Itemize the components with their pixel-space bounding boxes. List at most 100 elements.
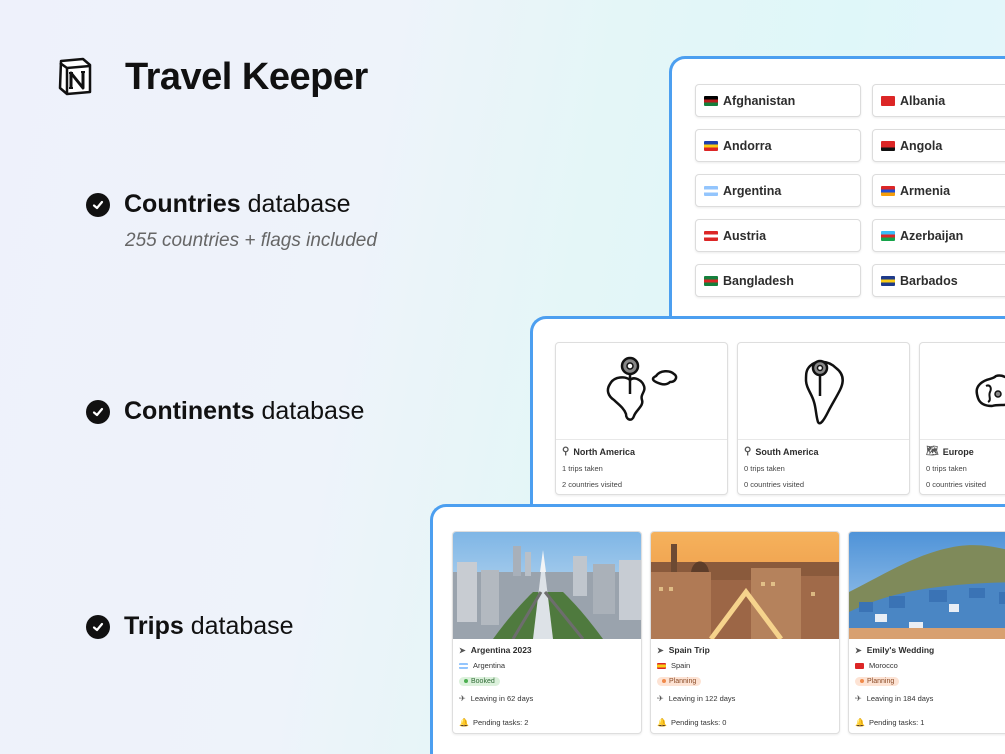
feature-label: database	[240, 190, 351, 218]
country-name: Bangladesh	[723, 273, 794, 288]
flag-icon	[704, 95, 718, 106]
trip-country: Morocco	[869, 661, 898, 670]
trip-country: Spain	[671, 661, 691, 670]
airplane-icon: ✈	[657, 694, 664, 703]
map-icon: 🗺	[926, 446, 939, 457]
country-card[interactable]: Austria	[695, 219, 861, 252]
country-name: Andorra	[723, 138, 772, 153]
flag-icon	[881, 95, 895, 106]
trip-country: Argentina	[473, 661, 506, 670]
status-label: Booked	[471, 677, 495, 685]
paper-plane-icon: ➤	[855, 645, 862, 655]
feature-title: Countries	[124, 190, 241, 218]
bell-icon: 🔔	[855, 718, 865, 727]
status-label: Planning	[669, 677, 697, 685]
continent-name: Europe	[942, 446, 974, 457]
country-name: Argentina	[723, 183, 782, 198]
feature-subtitle: 255 countries + flags included	[125, 230, 377, 251]
feature-continents: Continents database	[86, 397, 364, 426]
countries-count: 2 countries visited	[562, 480, 623, 489]
country-card[interactable]: Barbados	[872, 264, 1005, 297]
bell-icon: 🔔	[459, 718, 469, 727]
trips-panel: ➤ Argentina 2023 Argentina Booked ✈ Leavin…	[430, 504, 1005, 754]
feature-label: database	[254, 397, 365, 425]
leaving-text: Leaving in 184 days	[866, 694, 934, 703]
country-name: Barbados	[900, 273, 958, 288]
continent-card[interactable]: ⚲ South America 0 trips taken 0 countries…	[737, 342, 910, 495]
country-card[interactable]: Armenia	[872, 174, 1005, 207]
trips-count: 0 trips taken	[926, 464, 967, 473]
countries-count: 0 countries visited	[926, 480, 987, 489]
country-name: Albania	[900, 93, 946, 108]
trips-count: 0 trips taken	[744, 464, 785, 473]
continent-name: North America	[573, 446, 636, 457]
bell-icon: 🔔	[657, 718, 667, 727]
map-pin-icon: ⚲	[744, 446, 752, 457]
feature-title: Trips	[124, 612, 184, 640]
airplane-icon: ✈	[855, 694, 862, 703]
leaving-text: Leaving in 122 days	[668, 694, 736, 703]
trip-card[interactable]: ➤ Emily's Wedding Morocco Planning ✈ Leavi…	[848, 531, 1005, 734]
flag-icon	[881, 140, 895, 151]
flag-icon	[704, 230, 718, 241]
europe-illustration	[920, 343, 1005, 440]
country-name: Angola	[900, 138, 943, 153]
flag-icon	[459, 662, 468, 669]
country-card[interactable]: Argentina	[695, 174, 861, 207]
country-card[interactable]: Angola	[872, 129, 1005, 162]
trip-name: Emily's Wedding	[866, 645, 935, 655]
check-icon	[86, 614, 110, 639]
feature-label: database	[183, 612, 294, 640]
flag-icon	[855, 662, 864, 669]
trip-card[interactable]: ➤ Argentina 2023 Argentina Booked ✈ Leavin…	[452, 531, 642, 734]
country-name: Afghanistan	[723, 93, 796, 108]
status-badge: Planning	[855, 676, 900, 686]
paper-plane-icon: ➤	[657, 645, 664, 655]
check-icon	[86, 192, 110, 217]
notion-logo-icon	[55, 56, 95, 96]
leaving-text: Leaving in 62 days	[470, 694, 534, 703]
flag-icon	[881, 185, 895, 196]
continents-panel: ⚲ North America 1 trips taken 2 countries…	[530, 316, 1005, 536]
country-name: Armenia	[900, 183, 951, 198]
pending-tasks: Pending tasks: 2	[472, 718, 529, 727]
country-card[interactable]: Azerbaijan	[872, 219, 1005, 252]
airplane-icon: ✈	[459, 694, 466, 703]
spain-city-photo	[651, 532, 839, 639]
pending-tasks: Pending tasks: 0	[670, 718, 727, 727]
flag-icon	[881, 275, 895, 286]
continent-card[interactable]: ⚲ North America 1 trips taken 2 countries…	[555, 342, 728, 495]
feature-title: Continents	[124, 397, 255, 425]
paper-plane-icon: ➤	[459, 645, 466, 655]
country-card[interactable]: Albania	[872, 84, 1005, 117]
trip-card[interactable]: ➤ Spain Trip Spain Planning ✈ Leaving in 1…	[650, 531, 840, 734]
pending-tasks: Pending tasks: 1	[868, 718, 925, 727]
flag-icon	[657, 662, 666, 669]
country-card[interactable]: Afghanistan	[695, 84, 861, 117]
feature-trips: Trips database	[86, 612, 294, 641]
country-name: Austria	[723, 228, 767, 243]
flag-icon	[704, 275, 718, 286]
status-label: Planning	[867, 677, 895, 685]
check-icon	[86, 399, 110, 424]
north-america-illustration	[556, 343, 727, 440]
country-name: Azerbaijan	[900, 228, 964, 243]
continent-card[interactable]: 🗺 Europe 0 trips taken 0 countries visite…	[919, 342, 1005, 495]
status-badge: Booked	[459, 676, 500, 686]
flag-icon	[704, 185, 718, 196]
feature-countries: Countries database	[86, 190, 351, 219]
country-card[interactable]: Bangladesh	[695, 264, 861, 297]
continent-name: South America	[755, 446, 819, 457]
argentina-city-photo	[453, 532, 641, 639]
app-title: Travel Keeper	[125, 56, 368, 98]
trip-name: Argentina 2023	[470, 645, 532, 655]
flag-icon	[704, 140, 718, 151]
south-america-illustration	[738, 343, 909, 440]
trips-count: 1 trips taken	[562, 464, 603, 473]
countries-count: 0 countries visited	[744, 480, 805, 489]
status-badge: Planning	[657, 676, 702, 686]
map-pin-icon: ⚲	[562, 446, 570, 457]
trip-name: Spain Trip	[668, 645, 710, 655]
morocco-city-photo	[849, 532, 1005, 639]
country-card[interactable]: Andorra	[695, 129, 861, 162]
